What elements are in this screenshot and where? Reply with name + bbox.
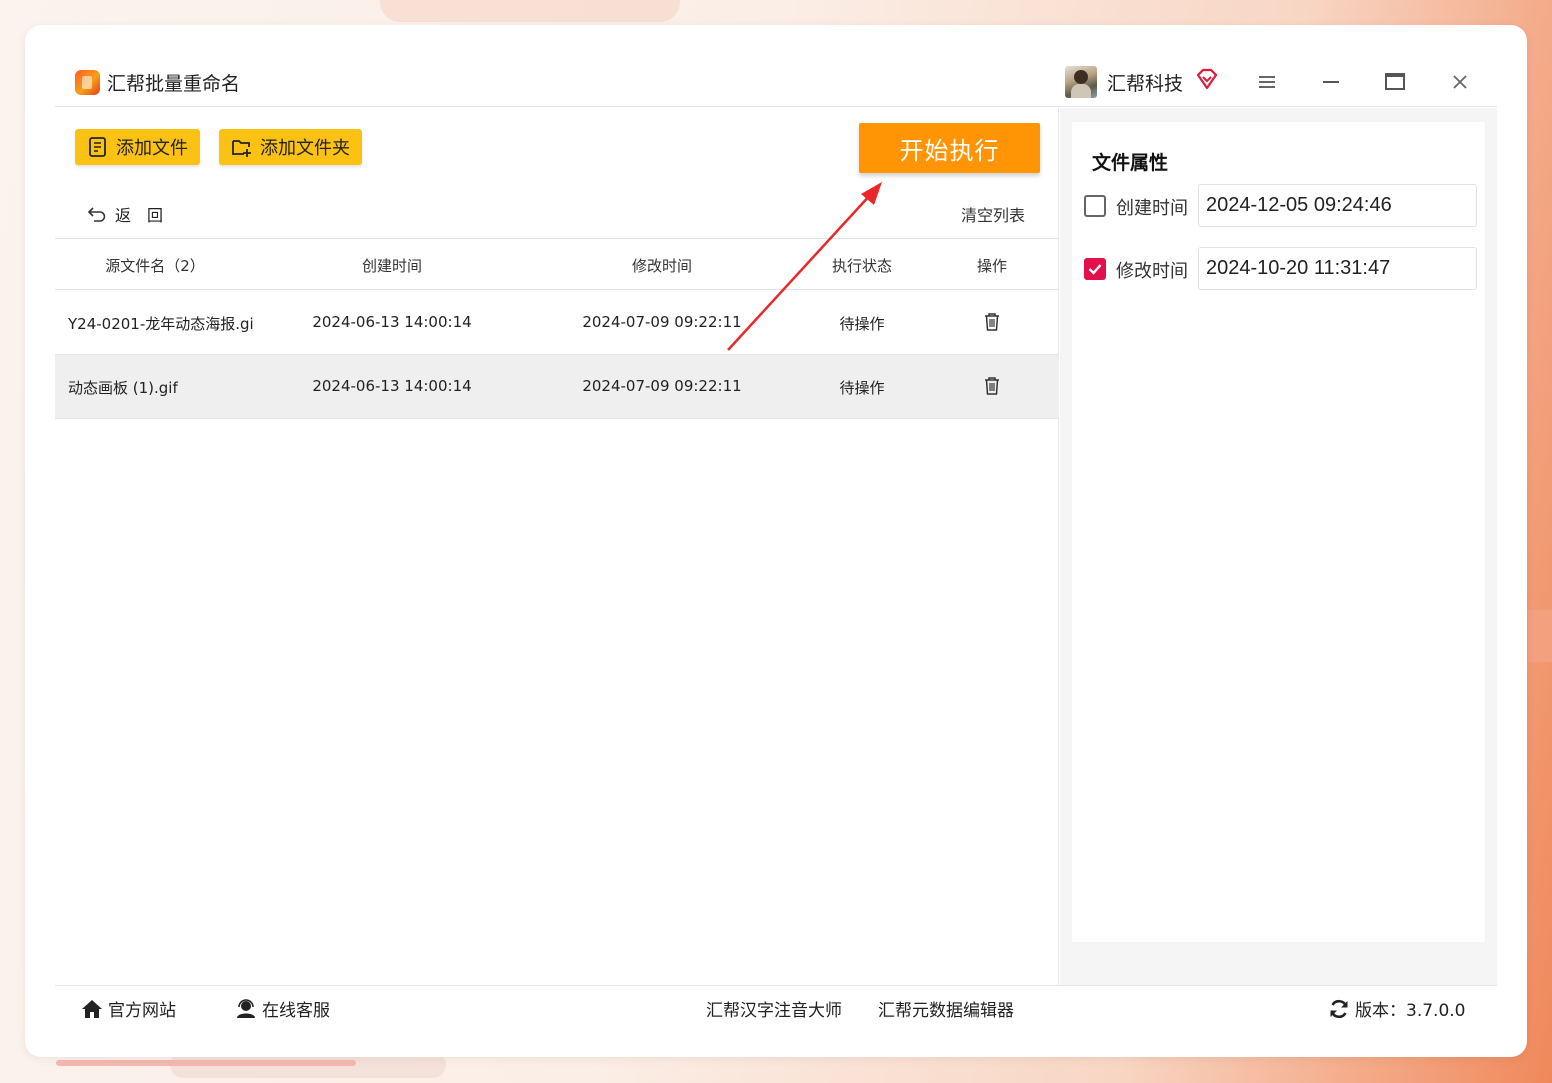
- maximize-icon[interactable]: [1383, 71, 1407, 93]
- created-time: 2024-06-13 14:00:14: [312, 377, 472, 395]
- checkmark-icon: [1088, 264, 1102, 275]
- file-list-panel: 添加文件 添加文件夹 开始执行 返回 清空列表 源文件名（2） 创建时间 修改时…: [55, 108, 1059, 985]
- modified-time: 2024-07-09 09:22:11: [582, 377, 742, 395]
- properties-title: 文件属性: [1092, 152, 1169, 174]
- status-text: 待操作: [839, 315, 885, 333]
- user-avatar[interactable]: [1065, 66, 1097, 98]
- add-folder-icon: [232, 140, 251, 157]
- column-header-filename[interactable]: 源文件名（2）: [75, 255, 235, 276]
- online-support-label: 在线客服: [262, 1001, 330, 1021]
- column-header-created[interactable]: 创建时间: [292, 255, 492, 276]
- created-time-label[interactable]: 创建时间: [1116, 194, 1188, 220]
- back-arrow-icon: [87, 207, 106, 222]
- back-button[interactable]: 返回: [87, 202, 179, 226]
- metadata-tool-link[interactable]: 汇帮元数据编辑器: [878, 996, 1014, 1021]
- background-bar: [56, 1060, 356, 1066]
- app-window: 汇帮批量重命名 汇帮科技 添加文件 添加文件夹 开始执行 返回 清空列表 源文件…: [25, 25, 1527, 1057]
- footer-bar: 官方网站 在线客服 汇帮汉字注音大师 汇帮元数据编辑器 版本：3.7.0.0: [55, 985, 1497, 1028]
- app-title: 汇帮批量重命名: [107, 73, 241, 95]
- created-time: 2024-06-13 14:00:14: [312, 313, 472, 331]
- user-name[interactable]: 汇帮科技: [1107, 69, 1183, 96]
- trash-icon[interactable]: [983, 375, 1001, 397]
- table-row[interactable]: 动态画板 (1).gif 2024-06-13 14:00:14 2024-07…: [55, 355, 1059, 419]
- app-logo-icon: [75, 70, 100, 95]
- add-folder-button[interactable]: 添加文件夹: [219, 129, 362, 165]
- modified-time-input[interactable]: 2024-10-20 11:31:47: [1198, 247, 1477, 290]
- official-website-link[interactable]: 官方网站: [81, 996, 176, 1021]
- table-row[interactable]: Y24-0201-龙年动态海报.gi 2024-06-13 14:00:14 2…: [55, 291, 1059, 355]
- app-content: 汇帮批量重命名 汇帮科技 添加文件 添加文件夹 开始执行 返回 清空列表 源文件…: [55, 55, 1497, 1028]
- back-label: 返回: [115, 206, 180, 225]
- status-text: 待操作: [839, 379, 885, 397]
- trash-icon[interactable]: [983, 311, 1001, 333]
- column-header-status[interactable]: 执行状态: [812, 255, 912, 276]
- properties-panel: 文件属性 创建时间 2024-12-05 09:24:46 修改时间 2024-…: [1060, 108, 1497, 985]
- column-header-modified[interactable]: 修改时间: [562, 255, 762, 276]
- modified-time: 2024-07-09 09:22:11: [582, 313, 742, 331]
- start-button[interactable]: 开始执行: [859, 123, 1040, 173]
- modified-time-label[interactable]: 修改时间: [1116, 257, 1188, 283]
- support-agent-icon: [237, 998, 255, 1018]
- refresh-icon: [1330, 999, 1348, 1018]
- modified-time-checkbox[interactable]: [1084, 258, 1106, 280]
- vip-diamond-icon[interactable]: [1195, 68, 1219, 90]
- clear-list-button[interactable]: 清空列表: [961, 202, 1025, 226]
- official-website-label: 官方网站: [108, 1001, 176, 1021]
- background-blob: [380, 0, 680, 22]
- add-file-label: 添加文件: [116, 138, 188, 159]
- close-icon[interactable]: [1449, 71, 1471, 93]
- add-folder-label: 添加文件夹: [260, 138, 350, 159]
- created-time-checkbox[interactable]: [1084, 195, 1106, 217]
- add-file-button[interactable]: 添加文件: [75, 129, 200, 165]
- table-header: 源文件名（2） 创建时间 修改时间 执行状态 操作: [55, 238, 1059, 290]
- created-time-input[interactable]: 2024-12-05 09:24:46: [1198, 184, 1477, 227]
- minimize-icon[interactable]: [1319, 71, 1343, 93]
- title-bar[interactable]: 汇帮批量重命名 汇帮科技: [55, 55, 1497, 107]
- menu-icon[interactable]: [1255, 71, 1279, 93]
- properties-card: 文件属性 创建时间 2024-12-05 09:24:46 修改时间 2024-…: [1072, 122, 1485, 942]
- pinyin-tool-link[interactable]: 汇帮汉字注音大师: [706, 996, 842, 1021]
- file-name: Y24-0201-龙年动态海报.gi: [68, 315, 254, 333]
- add-file-icon: [89, 137, 106, 157]
- online-support-link[interactable]: 在线客服: [235, 996, 330, 1021]
- version-info[interactable]: 版本：3.7.0.0: [1328, 996, 1465, 1021]
- home-icon: [82, 999, 102, 1018]
- background-blob: [1528, 610, 1552, 662]
- version-label: 版本：3.7.0.0: [1355, 1001, 1466, 1021]
- file-name: 动态画板 (1).gif: [68, 379, 178, 397]
- column-header-action: 操作: [976, 257, 1007, 275]
